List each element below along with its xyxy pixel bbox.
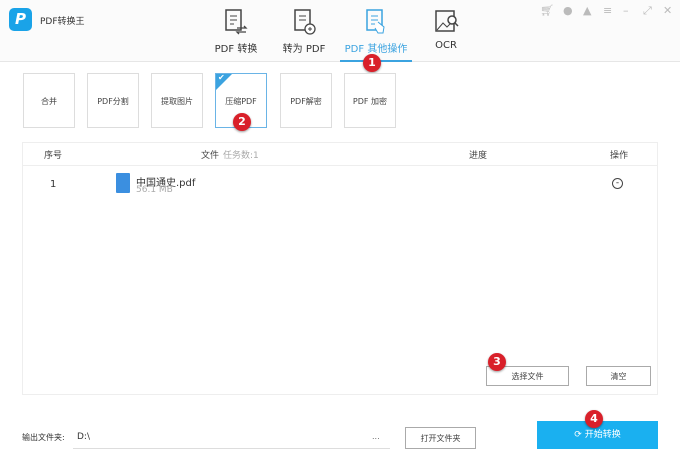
tool-encrypt[interactable]: PDF 加密 (344, 73, 396, 128)
pdf-other-icon (366, 9, 385, 34)
app-logo: P (9, 8, 32, 31)
to-pdf-icon (294, 9, 316, 35)
tool-merge[interactable]: 合并 (23, 73, 75, 128)
menu-icon[interactable]: ≡ (603, 4, 612, 17)
close-icon[interactable]: ✕ (663, 4, 672, 17)
output-folder-label: 输出文件夹: (22, 433, 65, 442)
maximize-icon[interactable]: ⤢ (643, 4, 652, 18)
remove-icon[interactable]: - (612, 178, 623, 189)
cart-icon[interactable]: 🛒︎ (540, 4, 554, 17)
col-action: 操作 (610, 151, 629, 161)
refresh-icon: ⟳ (574, 430, 585, 440)
col-file: 文件 (201, 151, 220, 161)
step-badge-2: 2 (233, 113, 251, 131)
file-size: 56.1 MB (136, 185, 173, 195)
tab-pdf-other[interactable]: PDF 其他操作 (340, 6, 412, 62)
step-badge-3: 3 (488, 353, 506, 371)
tool-split[interactable]: PDF分割 (87, 73, 139, 128)
user-icon[interactable]: ● (563, 4, 573, 17)
open-folder-button[interactable]: 打开文件夹 (405, 427, 476, 449)
clear-button[interactable]: 清空 (586, 366, 651, 386)
app-title: PDF转换王 (40, 17, 85, 27)
tab-to-pdf[interactable]: 转为 PDF (268, 6, 340, 62)
col-progress: 进度 (469, 151, 488, 161)
header-divider (22, 165, 658, 166)
tab-ocr[interactable]: OCR (410, 6, 482, 62)
tool-extract-images[interactable]: 提取图片 (151, 73, 203, 128)
minimize-icon[interactable]: – (623, 4, 629, 17)
check-icon: ✔ (218, 73, 225, 82)
step-badge-1: 1 (363, 54, 381, 72)
bell-icon[interactable]: ▲ (583, 4, 591, 17)
row-index: 1 (50, 179, 57, 190)
ocr-icon (435, 10, 459, 32)
tab-pdf-convert[interactable]: PDF 转换 (200, 6, 272, 62)
step-badge-4: 4 (585, 410, 603, 428)
task-count: 任务数:1 (223, 151, 259, 161)
tool-decrypt[interactable]: PDF解密 (280, 73, 332, 128)
output-folder-input[interactable]: D:\ (73, 426, 390, 449)
col-index: 序号 (44, 151, 63, 161)
pdf-file-icon (116, 173, 130, 193)
browse-button[interactable]: ... (372, 432, 380, 441)
pdf-convert-icon (225, 9, 248, 35)
table-row[interactable]: 1 中国通史.pdf 56.1 MB - (22, 170, 658, 200)
